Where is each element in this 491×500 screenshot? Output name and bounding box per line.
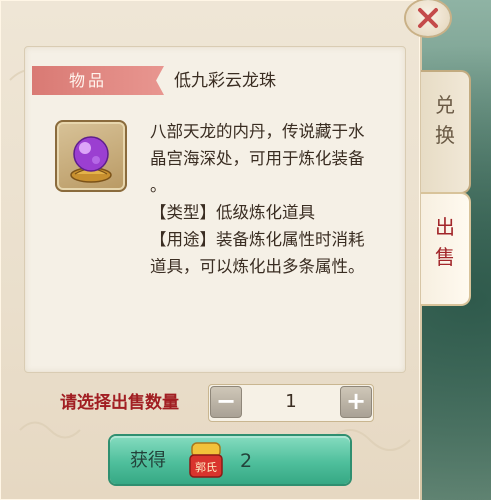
item-name: 低九彩云龙珠 <box>174 71 276 91</box>
description-line: 【用途】装备炼化属性时消耗 <box>150 230 365 249</box>
minus-icon: − <box>215 387 237 415</box>
increase-quantity-button[interactable]: + <box>340 386 372 418</box>
description-line: 道具，可以炼化出多条属性。 <box>150 257 365 276</box>
coin-label: 郭氏 <box>195 461 217 474</box>
item-icon-frame[interactable] <box>55 120 127 192</box>
tab-sell[interactable]: 出 售 <box>421 192 471 306</box>
description-line: 【类型】低级炼化道具 <box>150 203 315 222</box>
purple-dragon-pearl-icon <box>70 136 112 183</box>
plus-icon: + <box>345 387 367 415</box>
category-tag-label: 物品 <box>68 71 107 90</box>
close-icon <box>418 8 438 28</box>
description-line: 八部天龙的内丹，传说藏于水 <box>150 122 365 141</box>
tab-sell-label: 出 售 <box>435 215 455 269</box>
item-description: 八部天龙的内丹，传说藏于水 晶宫海深处，可用于炼化装备 。 【类型】低级炼化道具… <box>150 118 390 280</box>
description-line: 晶宫海深处，可用于炼化装备 <box>150 149 365 168</box>
obtain-label: 获得 <box>130 450 166 471</box>
close-button[interactable] <box>406 0 450 36</box>
quantity-value[interactable]: 1 <box>250 388 332 416</box>
tab-exchange[interactable]: 兑 换 <box>421 70 471 194</box>
quantity-label: 请选择出售数量 <box>60 393 179 413</box>
decrease-quantity-button[interactable]: − <box>210 386 242 418</box>
description-line: 。 <box>150 176 167 195</box>
obtain-value: 2 <box>240 450 253 472</box>
coin-icon: 郭氏 <box>189 442 223 478</box>
tab-exchange-label: 兑 换 <box>435 93 455 147</box>
